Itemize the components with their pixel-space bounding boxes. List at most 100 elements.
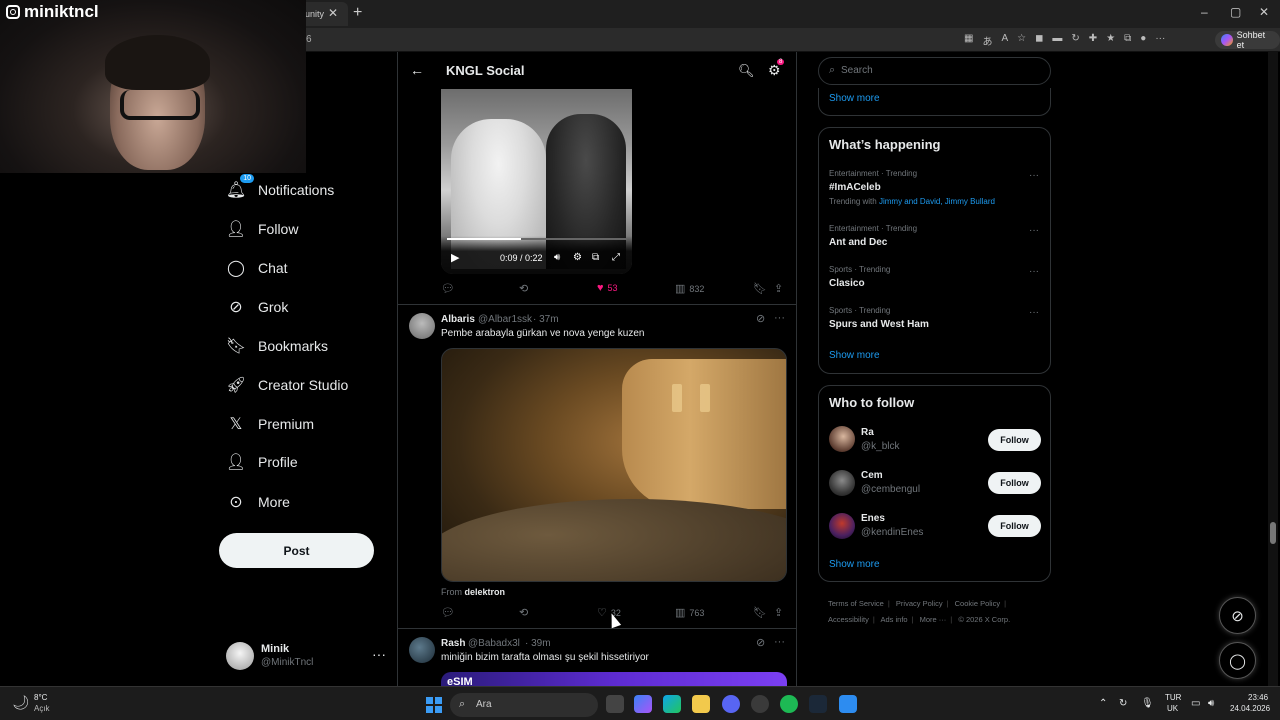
microphone-icon[interactable]: 🎙︎ xyxy=(1141,698,1154,709)
views-button[interactable]: ▥ 832 xyxy=(675,282,704,295)
share-button[interactable]: ⇪ xyxy=(774,282,783,295)
grok-float-button[interactable]: ⊘ xyxy=(1219,597,1256,634)
spotify-icon[interactable] xyxy=(780,695,798,713)
more-horizontal-icon[interactable]: ··· xyxy=(1029,225,1039,236)
volume-icon[interactable]: 🔊︎ xyxy=(1208,698,1214,709)
account-switcher[interactable]: Minik @MinikTncl ··· xyxy=(226,640,386,674)
show-more-link[interactable]: Show more xyxy=(829,93,880,104)
repost-button[interactable]: ⟲ xyxy=(519,606,528,619)
nav-item-more[interactable]: ⊙ More xyxy=(226,492,290,512)
fullscreen-icon[interactable]: ⤢ xyxy=(612,252,620,263)
new-tab-icon[interactable]: + xyxy=(353,4,362,22)
more-options-icon[interactable]: ··· xyxy=(1155,33,1165,48)
task-view-icon[interactable] xyxy=(606,695,624,713)
follow-button[interactable]: Follow xyxy=(988,472,1041,494)
views-button[interactable]: ▥ 763 xyxy=(675,606,704,619)
share-button[interactable]: ⇪ xyxy=(774,606,783,619)
more-horizontal-icon[interactable]: ··· xyxy=(774,312,785,324)
extensions-puzzle-icon[interactable]: ✚ xyxy=(1089,33,1097,48)
nav-item-bookmarks[interactable]: 🔖︎ Bookmarks xyxy=(226,336,328,356)
pip-icon[interactable]: ⧉ xyxy=(592,252,599,263)
avatar[interactable] xyxy=(829,426,855,452)
keyboard-layout[interactable]: UK xyxy=(1167,704,1178,713)
page-scrollbar[interactable] xyxy=(1268,52,1278,686)
moon-weather-icon[interactable]: 🌙︎ xyxy=(12,694,30,711)
suggested-user-handle[interactable]: @cembengul xyxy=(861,484,920,495)
footer-link-privacy[interactable]: Privacy Policy xyxy=(896,599,943,608)
trend-with-links[interactable]: Jimmy and David, Jimmy Bullard xyxy=(879,197,995,206)
post-timestamp[interactable]: · 37m xyxy=(533,314,559,325)
video-player[interactable] xyxy=(441,348,787,582)
post-media-preview[interactable]: eSIM xyxy=(441,672,787,686)
post-timestamp[interactable]: · 39m xyxy=(525,638,551,649)
nav-item-premium[interactable]: 𝕏 Premium xyxy=(226,414,314,434)
more-horizontal-icon[interactable]: ··· xyxy=(1029,266,1039,277)
post-author-handle[interactable]: @Albar1ssk xyxy=(478,314,532,325)
timeline[interactable]: ← KNGL Social 🔍︎ ⚙ 8 ▶ 0:09 / 0:22 🔊︎ ⚙ … xyxy=(397,52,797,686)
nav-item-profile[interactable]: 👤︎ Profile xyxy=(226,452,298,472)
steam-icon[interactable] xyxy=(809,695,827,713)
bookmark-button[interactable]: 🔖︎ xyxy=(753,282,767,295)
network-icon[interactable]: ▭ xyxy=(1191,698,1200,709)
nav-item-grok[interactable]: ⊘ Grok xyxy=(226,297,288,317)
read-aloud-icon[interactable]: A xyxy=(1001,33,1008,48)
chevron-up-icon[interactable]: ⌃ xyxy=(1099,698,1107,709)
nav-item-notifications[interactable]: 🔔︎ 10 Notifications xyxy=(226,174,334,200)
translate-icon[interactable]: あ xyxy=(982,33,992,48)
repost-button[interactable]: ⟲ xyxy=(519,282,528,295)
browser-tab[interactable]: unity xyxy=(300,2,348,26)
reply-button[interactable]: 💬︎ xyxy=(441,282,455,295)
footer-link-ads-info[interactable]: Ads info xyxy=(880,615,907,624)
suggested-user-handle[interactable]: @kendinEnes xyxy=(861,527,923,538)
trend-name[interactable]: Spurs and West Ham xyxy=(829,319,929,330)
video-progress-bar[interactable] xyxy=(447,238,627,240)
avatar[interactable] xyxy=(829,470,855,496)
windows-start-icon[interactable] xyxy=(426,697,442,713)
favorite-star-icon[interactable]: ☆ xyxy=(1017,33,1026,48)
avatar[interactable] xyxy=(409,313,435,339)
from-user[interactable]: delektron xyxy=(465,587,506,597)
like-button[interactable]: ♥ 53 xyxy=(597,282,618,294)
close-window-icon[interactable]: ✕ xyxy=(1259,5,1269,19)
footer-link-accessibility[interactable]: Accessibility xyxy=(828,615,869,624)
footer-link-more[interactable]: More ··· xyxy=(920,615,947,624)
collections-icon[interactable]: ★ xyxy=(1106,33,1115,48)
nav-item-follow[interactable]: 👤︎ Follow xyxy=(226,219,299,239)
show-more-link[interactable]: Show more xyxy=(829,350,880,361)
copilot-icon[interactable] xyxy=(634,695,652,713)
grid-icon[interactable]: ▦ xyxy=(964,33,973,48)
show-more-link[interactable]: Show more xyxy=(829,559,880,570)
search-input[interactable]: ⌕ Search xyxy=(818,57,1051,85)
maximize-icon[interactable]: ▢ xyxy=(1230,5,1241,19)
settings-icon[interactable]: ⚙ xyxy=(573,252,582,263)
obs-icon[interactable] xyxy=(751,695,769,713)
footer-link-cookie[interactable]: Cookie Policy xyxy=(955,599,1000,608)
sync-icon[interactable]: ↻ xyxy=(1119,698,1127,709)
follow-button[interactable]: Follow xyxy=(988,429,1041,451)
grok-icon[interactable]: ⊘ xyxy=(756,312,765,325)
suggested-user-name[interactable]: Cem xyxy=(861,470,883,481)
clock-date[interactable]: 24.04.2026 xyxy=(1230,704,1270,713)
nav-item-creator-studio[interactable]: 🚀︎ Creator Studio xyxy=(226,375,348,395)
grok-icon[interactable]: ⊘ xyxy=(756,636,765,649)
app-icon[interactable] xyxy=(839,695,857,713)
battery-icon[interactable]: ▬ xyxy=(1052,33,1062,48)
scrollbar-thumb[interactable] xyxy=(1270,522,1276,544)
clock-time[interactable]: 23:46 xyxy=(1248,693,1268,702)
more-horizontal-icon[interactable]: ··· xyxy=(372,646,386,662)
video-player[interactable]: ▶ 0:09 / 0:22 🔊︎ ⚙ ⧉ ⤢ xyxy=(441,89,632,274)
taskbar-search-input[interactable]: ⌕ Ara xyxy=(450,693,598,717)
address-url-fragment[interactable]: 6 xyxy=(306,34,312,45)
reply-button[interactable]: 💬︎ xyxy=(441,606,455,619)
file-explorer-icon[interactable] xyxy=(692,695,710,713)
post-author-name[interactable]: Albaris xyxy=(441,314,475,325)
close-tab-icon[interactable]: ✕ xyxy=(328,6,338,20)
play-icon[interactable]: ▶ xyxy=(451,251,459,264)
bookmark-button[interactable]: 🔖︎ xyxy=(753,606,767,619)
avatar[interactable] xyxy=(409,637,435,663)
trend-name[interactable]: #ImACeleb xyxy=(829,182,881,193)
trend-name[interactable]: Ant and Dec xyxy=(829,237,887,248)
copilot-chat-button[interactable]: Sohbet et xyxy=(1215,30,1280,50)
edge-browser-icon[interactable] xyxy=(663,695,681,713)
post-author-handle[interactable]: @Babadx3l xyxy=(468,638,520,649)
